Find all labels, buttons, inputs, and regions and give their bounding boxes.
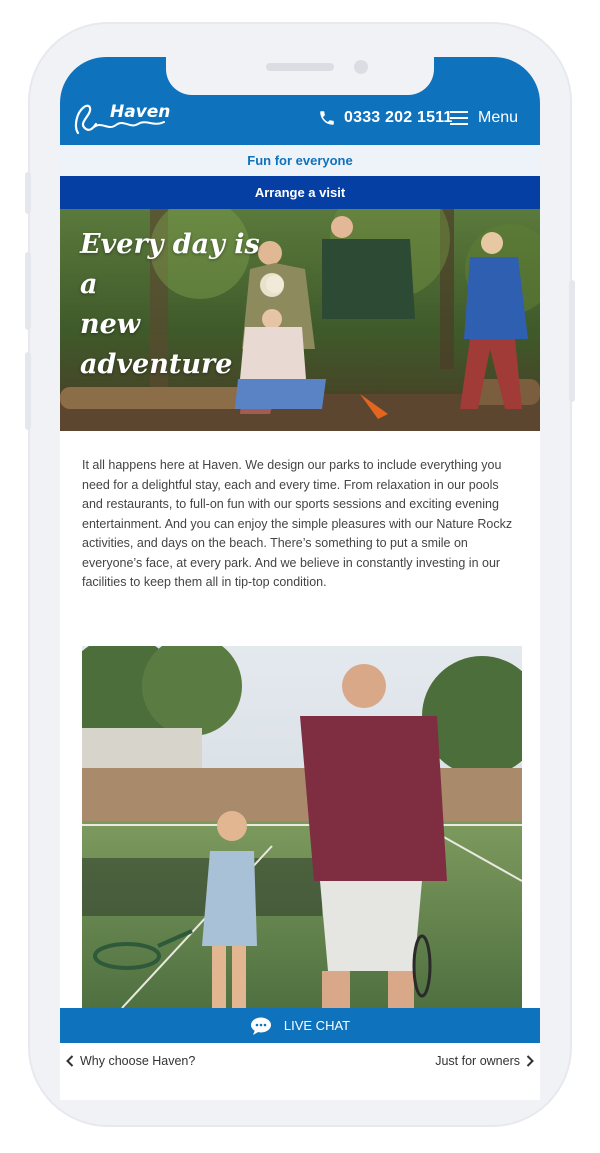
speaker-grille: [266, 63, 334, 71]
phone-number[interactable]: 0333 202 1511: [344, 109, 453, 127]
hero-headline: Every day is a new adventure: [80, 225, 280, 385]
phone-notch: [166, 57, 434, 95]
phone-link[interactable]: 0333 202 1511: [318, 109, 453, 127]
svg-text:Haven: Haven: [110, 102, 170, 122]
haven-logo[interactable]: Haven: [72, 97, 172, 137]
menu-button[interactable]: Menu: [450, 109, 518, 127]
hero-headline-line2: new adventure: [80, 309, 233, 380]
site-header: Haven 0333 202 1511 Menu: [60, 57, 540, 145]
tennis-image: [82, 646, 522, 1008]
hamburger-menu-icon: [450, 111, 468, 125]
tennis-photo-illustration: [82, 646, 522, 1008]
arrange-visit-label: Arrange a visit: [254, 185, 346, 200]
prev-page-link[interactable]: Why choose Haven?: [60, 1054, 195, 1068]
next-page-label: Just for owners: [435, 1054, 520, 1068]
next-page-link[interactable]: Just for owners: [435, 1054, 540, 1068]
bottom-nav: Why choose Haven? Just for owners: [60, 1043, 540, 1079]
chat-bubble-icon: [250, 1017, 271, 1035]
arrange-visit-button[interactable]: Arrange a visit: [60, 176, 540, 209]
phone-side-button: [25, 252, 31, 330]
live-chat-button[interactable]: LIVE CHAT: [60, 1008, 540, 1043]
live-chat-label: LIVE CHAT: [283, 1018, 351, 1033]
phone-icon: [320, 111, 334, 125]
hero-headline-line1: Every day is a: [80, 229, 260, 300]
fun-for-everyone-banner: Fun for everyone: [60, 145, 540, 177]
phone-side-button: [25, 172, 31, 214]
front-camera: [354, 60, 368, 74]
chevron-left-icon: [66, 1055, 74, 1067]
chevron-right-icon: [526, 1055, 534, 1067]
phone-side-button: [569, 280, 575, 402]
fun-for-everyone-text: Fun for everyone: [247, 153, 353, 168]
hero-image: Every day is a new adventure: [60, 209, 540, 431]
intro-paragraph: It all happens here at Haven. We design …: [82, 458, 513, 589]
prev-page-label: Why choose Haven?: [80, 1054, 196, 1068]
phone-side-button: [25, 352, 31, 430]
phone-screen: Haven 0333 202 1511 Menu Fun for everyon…: [60, 57, 540, 1100]
menu-label: Menu: [478, 109, 519, 126]
